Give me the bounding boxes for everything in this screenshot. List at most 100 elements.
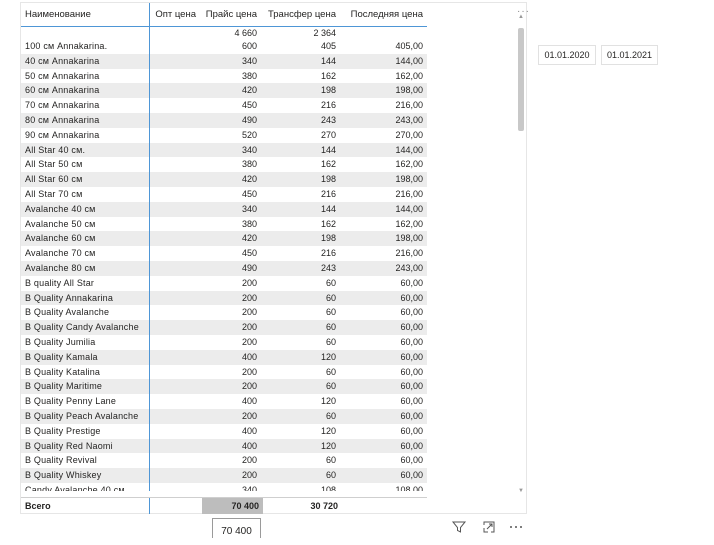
table-cell: 340 — [241, 484, 257, 491]
table-row[interactable]: Avalanche 70 см 450 216 216,00 — [21, 246, 427, 261]
table-cell: 216,00 — [395, 100, 423, 111]
table-cell: 144 — [261, 53, 340, 69]
table-row[interactable]: B Quality Avalanche 200 60 60,00 — [21, 305, 427, 321]
table-row[interactable]: B Quality Red Naomi 400 120 60,00 — [21, 438, 427, 454]
table-cell: 100 см Annakarina. — [21, 39, 150, 54]
table-cell: 120 — [261, 349, 340, 365]
table-cell: 490 — [200, 260, 261, 276]
table-row[interactable]: B Quality Revival 200 60 60,00 — [21, 453, 427, 469]
table-cell: 400 — [200, 438, 261, 454]
scrollbar-thumb[interactable] — [518, 28, 524, 131]
table-cell: Avalanche 80 см — [21, 260, 150, 276]
visual-header-more-icon[interactable]: ··· — [517, 7, 530, 17]
table-visual[interactable]: Наименование Опт цена Прайс цена Трансфе… — [20, 2, 527, 514]
table-row[interactable]: 60 см Annakarina 420 198 198,00 — [21, 83, 427, 99]
table-scroll-area[interactable]: Наименование Опт цена Прайс цена Трансфе… — [21, 3, 517, 491]
column-header-name[interactable]: Наименование — [21, 3, 150, 27]
table-row[interactable]: B quality All Star 200 60 60,00 — [21, 275, 427, 291]
table-row[interactable]: 50 см Annakarina 380 162 162,00 — [21, 68, 427, 84]
table-row[interactable]: B Quality Candy Avalanche 200 60 60,00 — [21, 320, 427, 335]
table-row[interactable]: All Star 70 см 450 216 216,00 — [21, 186, 427, 202]
table-row[interactable]: Avalanche 40 см 340 144 144,00 — [21, 201, 427, 217]
table-cell — [149, 276, 200, 291]
table-cell: 400 — [200, 349, 261, 365]
table-cell: 340 — [200, 53, 261, 69]
column-header-list-price[interactable]: Прайс цена — [200, 3, 261, 27]
table-cell: 144 — [261, 201, 340, 217]
table-cell: 50 см Annakarina — [21, 68, 150, 84]
column-header-opt-price[interactable]: Опт цена — [149, 3, 200, 27]
table-cell: 450 — [241, 188, 257, 199]
filter-icon[interactable] — [451, 519, 467, 535]
date-to-input[interactable]: 01.01.2021 — [601, 45, 658, 65]
table-cell: 60,00 — [400, 277, 423, 288]
table-row[interactable]: B Quality Katalina 200 60 60,00 — [21, 364, 427, 380]
table-cell: B Quality Candy Avalanche — [21, 320, 150, 335]
table-row[interactable]: All Star 60 см 420 198 198,00 — [21, 172, 427, 187]
date-from-input[interactable]: 01.01.2020 — [538, 45, 596, 65]
table-cell: 60 — [325, 277, 336, 288]
table-cell — [149, 305, 200, 320]
table-cell: 405 — [320, 41, 336, 51]
scroll-down-arrow-icon[interactable]: ▼ — [518, 487, 524, 495]
table-row[interactable]: 70 см Annakarina 450 216 216,00 — [21, 98, 427, 113]
table-cell: 243,00 — [340, 112, 427, 128]
table-cell: 340 — [200, 201, 261, 217]
table-cell: B Quality Peach Avalanche — [21, 408, 150, 424]
table-row[interactable]: B Quality Peach Avalanche 200 60 60,00 — [21, 408, 427, 424]
table-cell: 216,00 — [395, 188, 423, 199]
table-cell: 420 — [200, 231, 261, 247]
focus-mode-icon[interactable] — [481, 519, 497, 535]
table-row[interactable]: Avalanche 50 см 380 162 162,00 — [21, 216, 427, 232]
table-cell: 90 см Annakarina — [21, 127, 150, 143]
table-row[interactable]: B Quality Annakarina 200 60 60,00 — [21, 290, 427, 306]
table-cell: 60,00 — [340, 349, 427, 365]
column-header-transfer-price[interactable]: Трансфер цена — [261, 3, 340, 27]
table-cell: 200 — [200, 320, 261, 335]
table-row[interactable]: B Quality Jumilia 200 60 60,00 — [21, 334, 427, 350]
table-cell: 198,00 — [340, 83, 427, 99]
table-row[interactable]: All Star 40 см. 340 144 144,00 — [21, 142, 427, 158]
card-visual[interactable]: 70 400 — [212, 518, 261, 538]
table-cell: 520 — [241, 129, 257, 140]
table-cell: 144 — [261, 142, 340, 158]
table-cell: All Star 70 см — [21, 186, 150, 202]
table-cell: 60 — [261, 379, 340, 395]
table-cell: All Star 60 см — [21, 172, 150, 187]
table-row[interactable]: Candy Avalanche 40 см 340 108 108,00 — [21, 482, 427, 491]
more-options-icon[interactable] — [508, 519, 524, 535]
table-row[interactable]: B Quality Whiskey 200 60 60,00 — [21, 468, 427, 483]
column-header-last-price[interactable]: Последняя цена — [340, 3, 427, 27]
table-cell: 198 — [261, 231, 340, 247]
table-cell: 380 — [241, 218, 257, 229]
table-row[interactable]: Avalanche 60 см 420 198 198,00 — [21, 231, 427, 247]
table-cell — [149, 453, 200, 468]
table-row[interactable]: 80 см Annakarina 490 243 243,00 — [21, 112, 427, 128]
table-cell: 108 — [320, 484, 336, 491]
table-cell: 60 — [325, 336, 336, 347]
table-row[interactable]: B Quality Kamala 400 120 60,00 — [21, 349, 427, 365]
table-row[interactable]: B Quality Penny Lane 400 120 60,00 — [21, 394, 427, 409]
table-cell: B Quality Red Naomi — [21, 438, 150, 454]
table-cell: 198,00 — [340, 172, 427, 187]
table-cell: 380 — [241, 70, 257, 81]
totals-list-price: 70 400 — [202, 498, 263, 514]
table-row[interactable]: 100 см Annakarina. 600 405 405,00 — [21, 39, 427, 54]
table-cell: 60,00 — [340, 468, 427, 483]
totals-label: Всего — [25, 501, 51, 511]
table-cell: Avalanche 50 см — [21, 216, 150, 232]
table-row[interactable]: B Quality Prestige 400 120 60,00 — [21, 423, 427, 439]
table-row[interactable]: 90 см Annakarina 520 270 270,00 — [21, 127, 427, 143]
table-cell: All Star 40 см. — [21, 142, 150, 158]
table-row[interactable]: All Star 50 см 380 162 162,00 — [21, 157, 427, 173]
table-row[interactable]: Avalanche 80 см 490 243 243,00 — [21, 260, 427, 276]
table-row[interactable]: B Quality Maritime 200 60 60,00 — [21, 379, 427, 395]
table-cell — [149, 69, 200, 84]
table-cell — [149, 424, 200, 439]
table-cell: B Quality Kamala — [21, 349, 150, 365]
vertical-scrollbar[interactable]: ▲ ▼ — [518, 13, 524, 495]
summary-cell — [21, 26, 150, 39]
table-cell: 198 — [261, 172, 340, 187]
table-row[interactable]: 40 см Annakarina 340 144 144,00 — [21, 53, 427, 69]
table-cell: 600 — [241, 41, 257, 51]
